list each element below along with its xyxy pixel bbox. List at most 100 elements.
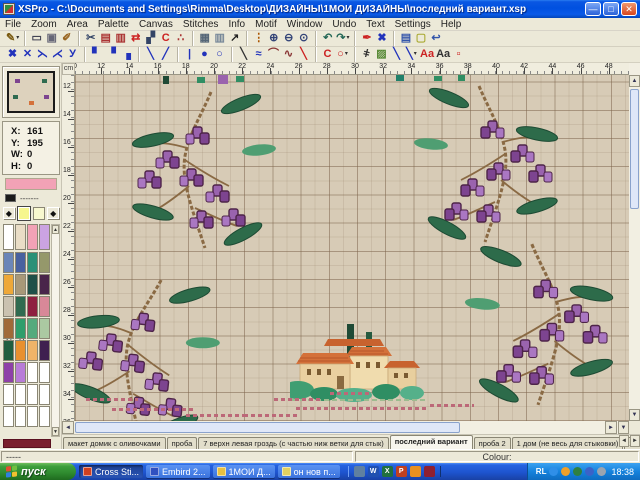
palette-color[interactable] [27, 340, 38, 361]
palette-yellow-swatch-2[interactable] [33, 207, 46, 220]
delete-stitch-icon[interactable]: ✖ [375, 32, 388, 46]
menu-window[interactable]: Window [282, 19, 328, 30]
menu-palette[interactable]: Palette [93, 19, 134, 30]
mirror-tool-icon[interactable]: ▞ [144, 32, 157, 46]
palette-diamond-button[interactable]: ◆ [47, 207, 59, 219]
french-knot-icon[interactable]: ○ [213, 48, 226, 62]
pattern-tab[interactable]: проба 2 [474, 437, 511, 449]
pattern-tab[interactable]: макет домик с оливочками [63, 437, 166, 449]
palette-color[interactable] [39, 406, 50, 427]
palette-color[interactable] [15, 384, 26, 405]
palette-color[interactable] [27, 362, 38, 383]
half-stitch-fwd-icon[interactable]: ╱ [159, 48, 172, 62]
undo-icon[interactable]: ↶ [321, 32, 334, 46]
tray-icon[interactable] [585, 467, 594, 476]
paste-page-icon[interactable]: ▤ [399, 32, 412, 46]
three-quarter-stitch-2-icon[interactable]: ⋌ [51, 48, 64, 62]
palette-color[interactable] [27, 384, 38, 405]
zoom-in-icon[interactable]: ⊕ [267, 32, 280, 46]
palette-color[interactable] [3, 406, 14, 427]
tab-arrow-icon[interactable]: ► [630, 435, 640, 447]
palette-diamond-button[interactable]: ◆ [3, 207, 15, 219]
palette-color[interactable] [39, 252, 50, 273]
palette-header-swatch[interactable] [3, 224, 14, 250]
palette-color[interactable] [27, 274, 38, 295]
paste-tool-icon[interactable]: ▥ [114, 32, 127, 46]
palette-color[interactable] [3, 296, 14, 317]
palette-color[interactable] [3, 340, 14, 361]
menu-zoom[interactable]: Zoom [26, 19, 62, 30]
palette-color[interactable] [3, 384, 14, 405]
points-tool-icon[interactable]: ∴ [174, 32, 187, 46]
palette-header-swatch[interactable] [15, 224, 26, 250]
palette-color[interactable] [15, 340, 26, 361]
freehand-tool-icon[interactable]: ✐ [60, 32, 73, 46]
thread-brush-icon[interactable]: ⋮ [252, 32, 265, 46]
pattern-canvas[interactable] [75, 75, 629, 421]
backstitch-1-icon[interactable]: ╲ [237, 48, 250, 62]
image-tool-icon[interactable]: ▨ [375, 48, 388, 62]
double-leg-stitch-icon[interactable]: У [66, 48, 79, 62]
close-button[interactable]: ✕ [621, 2, 637, 16]
palette-color[interactable] [27, 318, 38, 339]
bead-stitch-icon[interactable]: ● [198, 48, 211, 62]
pointer-icon[interactable]: ↗ [228, 32, 241, 46]
half-stitch-back-icon[interactable]: ╲ [144, 48, 157, 62]
curve-tool-icon[interactable]: Ϲ [321, 48, 334, 62]
special-stitch-2-icon[interactable]: ╲▾ [405, 48, 418, 62]
tray-icon[interactable] [597, 467, 606, 476]
backstitch-wave-icon[interactable]: ∿ [282, 48, 295, 62]
media-icon[interactable] [354, 466, 365, 477]
palette-color[interactable] [3, 274, 14, 295]
menu-motif[interactable]: Motif [250, 19, 282, 30]
three-quarter-stitch-icon[interactable]: ⋋ [36, 48, 49, 62]
minimize-button[interactable]: — [585, 2, 601, 16]
palette-color[interactable] [15, 406, 26, 427]
palette-color[interactable] [27, 406, 38, 427]
menu-canvas[interactable]: Canvas [134, 19, 178, 30]
copy-area-tool-icon[interactable]: ▣ [45, 32, 58, 46]
circle-tool-icon[interactable]: ○▾ [336, 48, 349, 62]
taskbar-task[interactable]: 1МОИ Д... [213, 465, 275, 478]
palette-color[interactable] [27, 252, 38, 273]
menu-info[interactable]: Info [223, 19, 250, 30]
black-color-swatch[interactable] [5, 194, 16, 202]
backstitch-arc-icon[interactable]: ⌒ [267, 48, 280, 62]
palette-scroll-up-icon[interactable]: ▲ [52, 225, 59, 234]
quarter-stitch-3-icon[interactable]: ▗ [120, 48, 133, 62]
palette-color[interactable] [15, 274, 26, 295]
quarter-stitch-2-icon[interactable]: ▝ [105, 48, 118, 62]
palette-bottom-bar[interactable] [3, 439, 51, 448]
knot-tool-icon[interactable]: ҂ [360, 48, 373, 62]
excel-icon[interactable]: X [382, 466, 393, 477]
cut-tool-icon[interactable]: ✂ [84, 32, 97, 46]
quarter-stitch-1-icon[interactable]: ▘ [90, 48, 103, 62]
menu-settings[interactable]: Settings [390, 19, 436, 30]
tab-arrow-icon[interactable]: ◄ [619, 435, 629, 447]
palette-color[interactable] [3, 362, 14, 383]
rotate-tool-icon[interactable]: C [159, 32, 172, 46]
palette-color[interactable] [39, 274, 50, 295]
special-stitch-icon[interactable]: ╲ [390, 48, 403, 62]
clock[interactable]: 18:38 [611, 467, 634, 477]
palette-scrollbar[interactable]: ▲ ▼ [51, 224, 60, 437]
pencil-tool-icon[interactable]: ✎▾ [6, 32, 19, 46]
export-motif-icon[interactable]: ▦ [198, 32, 211, 46]
menu-text[interactable]: Text [361, 19, 389, 30]
palette-color[interactable] [39, 362, 50, 383]
full-stitch-icon[interactable]: ✖ [6, 48, 19, 62]
zoom-fit-icon[interactable]: ⊙ [297, 32, 310, 46]
tray-icon[interactable] [573, 467, 582, 476]
full-stitch-alt-icon[interactable]: ✕ [21, 48, 34, 62]
messenger-icon[interactable] [424, 466, 435, 477]
palette-color[interactable] [39, 318, 50, 339]
palette-color[interactable] [3, 252, 14, 273]
agent-ball-icon[interactable] [410, 466, 421, 477]
palette-header-swatch[interactable] [39, 224, 50, 250]
maximize-button[interactable]: □ [603, 2, 619, 16]
redo-icon[interactable]: ↷▾ [336, 32, 349, 46]
powerpoint-icon[interactable]: P [396, 466, 407, 477]
backstitch-2-icon[interactable]: ≈ [252, 48, 265, 62]
print-icon[interactable]: ▥ [213, 32, 226, 46]
pattern-tab[interactable]: последний вариант [390, 435, 473, 449]
